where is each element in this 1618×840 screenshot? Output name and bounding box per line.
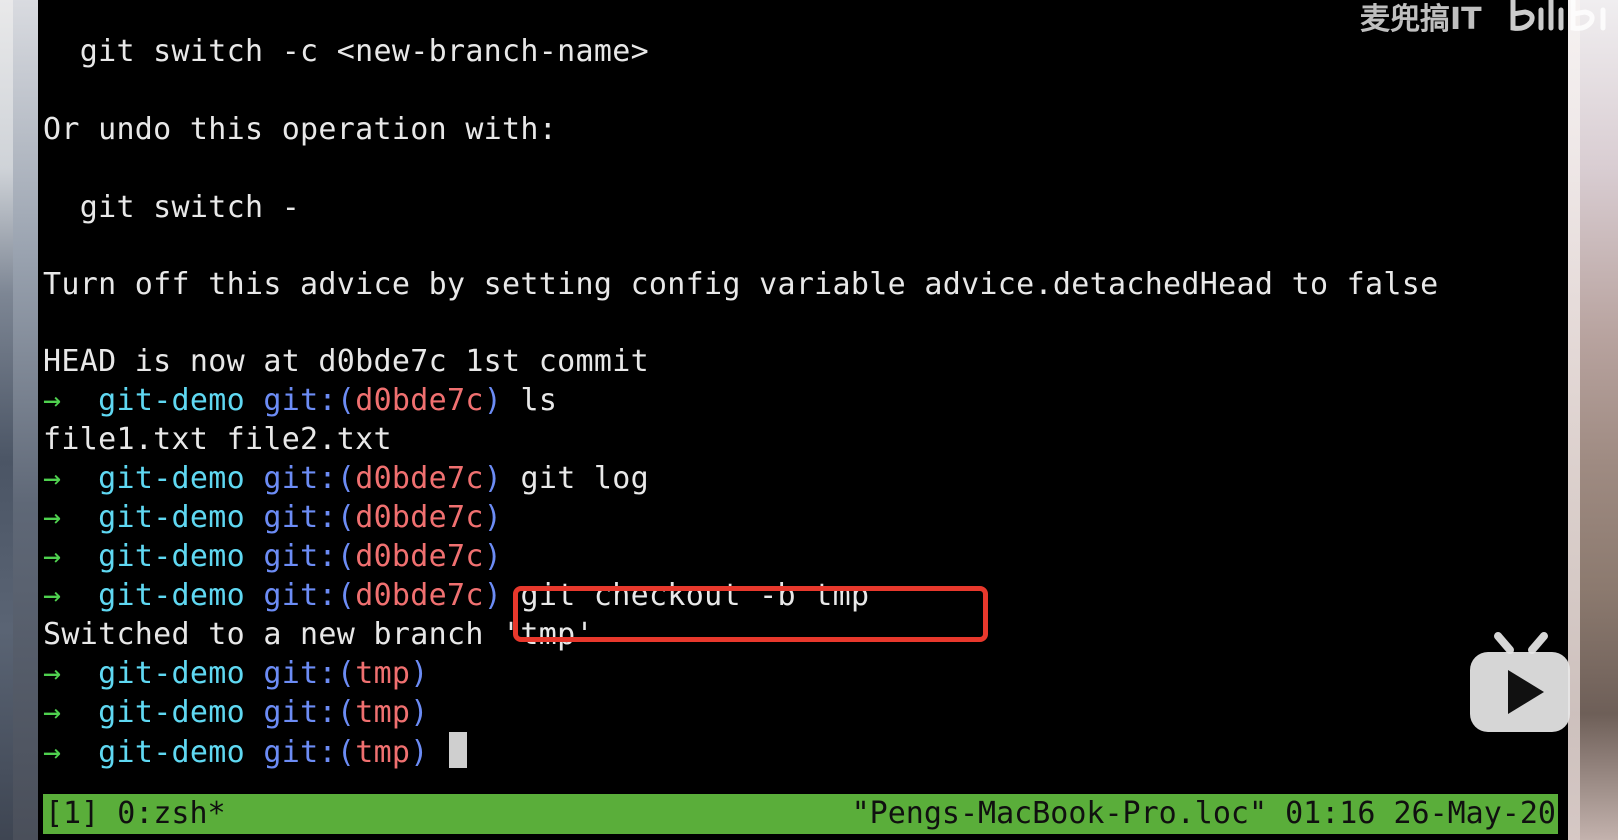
prompt-command-input[interactable]	[429, 735, 447, 770]
prompt-git-close: )	[483, 539, 503, 574]
bilibili-logo-icon	[1510, 0, 1606, 31]
prompt-line: → git-demo git:(tmp)	[43, 654, 429, 694]
text-cursor	[449, 732, 468, 768]
watermark-text: 麦兜搞IT	[1360, 2, 1482, 37]
terminal-window[interactable]: git switch -c <new-branch-name> Or undo …	[38, 0, 1568, 840]
terminal-bottom-edge	[38, 834, 1568, 840]
prompt-git-label: git:(	[263, 695, 356, 730]
prompt-arrow-icon: →	[43, 461, 62, 496]
prompt-git-label: git:(	[263, 500, 356, 535]
bilibili-tv-play-icon[interactable]	[1466, 632, 1574, 736]
prompt-directory: git-demo	[98, 500, 246, 535]
prompt-line: → git-demo git:(d0bde7c)	[43, 498, 502, 538]
prompt-arrow-icon: →	[43, 695, 62, 730]
prompt-command: git log	[502, 461, 650, 496]
prompt-branch: d0bde7c	[355, 539, 484, 574]
tmux-host-clock: "Pengs-MacBook-Pro.loc" 01:16 26-May-20	[851, 796, 1556, 831]
prompt-line: → git-demo git:(d0bde7c) git log	[43, 459, 649, 499]
prompt-git-close: )	[483, 461, 503, 496]
prompt-branch: d0bde7c	[355, 461, 484, 496]
prompt-git-close: )	[410, 656, 429, 691]
output-line: git switch -	[43, 190, 301, 225]
prompt-directory: git-demo	[98, 656, 246, 691]
prompt-arrow-icon: →	[43, 735, 62, 770]
prompt-arrow-icon: →	[43, 578, 62, 613]
desktop-wallpaper-left-edge	[13, 0, 38, 840]
prompt-branch: d0bde7c	[355, 578, 484, 613]
output-line: git switch -c <new-branch-name>	[43, 34, 649, 69]
output-line: HEAD is now at d0bde7c 1st commit	[43, 344, 649, 379]
prompt-line: → git-demo git:(d0bde7c) ls	[43, 381, 557, 421]
highlight-box	[513, 586, 988, 642]
prompt-branch: tmp	[355, 695, 411, 730]
output-line: Switched to a new branch 'tmp'	[43, 617, 594, 652]
prompt-git-close: )	[483, 578, 503, 613]
prompt-directory: git-demo	[98, 578, 246, 613]
prompt-branch: tmp	[355, 735, 411, 770]
prompt-line[interactable]: → git-demo git:(tmp)	[43, 732, 468, 772]
prompt-command: ls	[502, 383, 558, 418]
output-line: file1.txt file2.txt	[43, 422, 392, 457]
output-line: Turn off this advice by setting config v…	[43, 267, 1439, 302]
prompt-arrow-icon: →	[43, 500, 62, 535]
prompt-line: → git-demo git:(d0bde7c)	[43, 537, 502, 577]
prompt-git-close: )	[410, 735, 429, 770]
prompt-branch: tmp	[355, 656, 411, 691]
prompt-arrow-icon: →	[43, 656, 62, 691]
prompt-git-label: git:(	[263, 578, 356, 613]
prompt-arrow-icon: →	[43, 539, 62, 574]
prompt-git-label: git:(	[263, 461, 356, 496]
prompt-git-close: )	[483, 500, 503, 535]
prompt-branch: d0bde7c	[355, 383, 484, 418]
tmux-window-list[interactable]: [1] 0:zsh*	[45, 794, 226, 834]
prompt-git-label: git:(	[263, 383, 356, 418]
prompt-directory: git-demo	[98, 695, 246, 730]
prompt-directory: git-demo	[98, 383, 246, 418]
prompt-git-label: git:(	[263, 539, 356, 574]
prompt-git-close: )	[483, 383, 503, 418]
prompt-directory: git-demo	[98, 735, 246, 770]
prompt-arrow-icon: →	[43, 383, 62, 418]
prompt-line: → git-demo git:(tmp)	[43, 693, 429, 733]
prompt-git-close: )	[410, 695, 429, 730]
tmux-status-bar: [1] 0:zsh* "Pengs-MacBook-Pro.loc" 01:16…	[43, 794, 1558, 834]
prompt-directory: git-demo	[98, 461, 246, 496]
output-line: Or undo this operation with:	[43, 112, 558, 147]
prompt-git-label: git:(	[263, 656, 356, 691]
prompt-directory: git-demo	[98, 539, 246, 574]
prompt-branch: d0bde7c	[355, 500, 484, 535]
prompt-git-label: git:(	[263, 735, 356, 770]
